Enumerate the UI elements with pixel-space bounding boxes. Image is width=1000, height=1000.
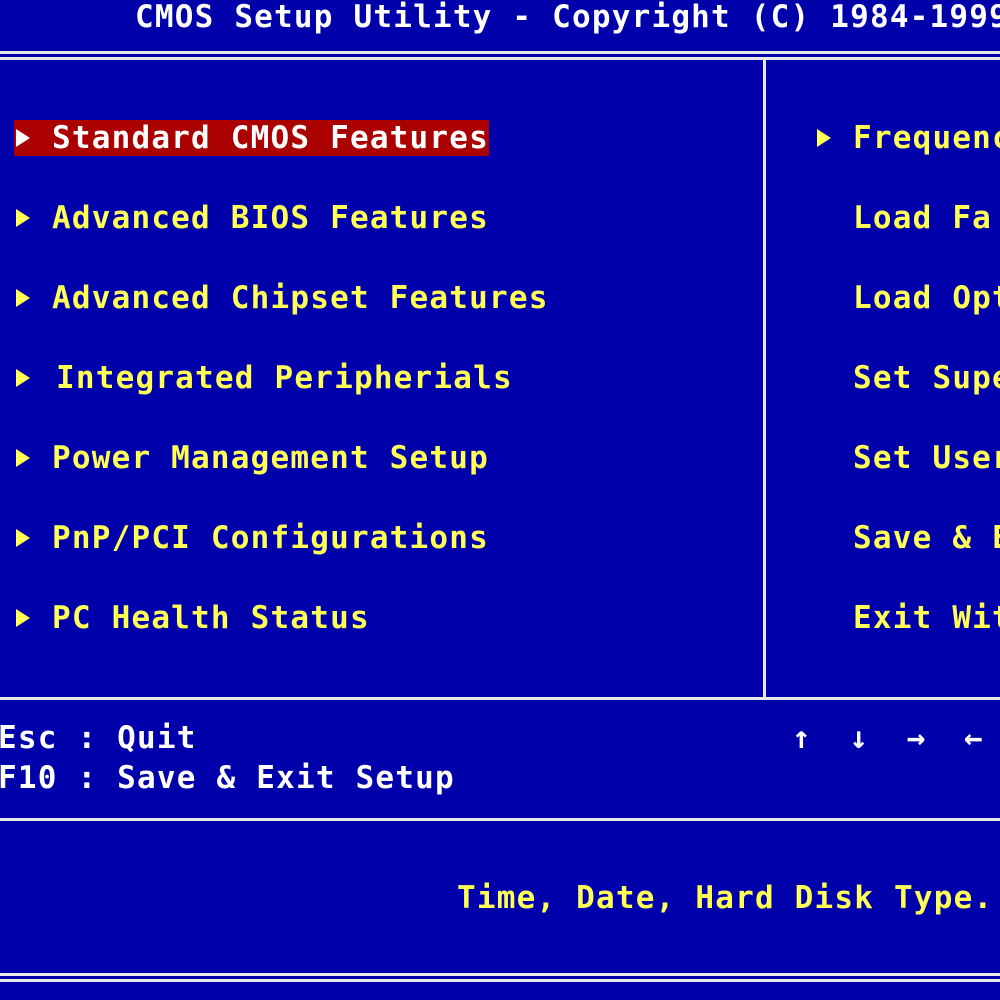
menu-bottom-divider — [0, 697, 1000, 700]
triangle-right-icon — [817, 129, 831, 147]
menu-item-label: PC Health Status — [52, 599, 370, 636]
menu-item-label: Advanced Chipset Features — [52, 279, 549, 316]
menu-item-pnp-pci-configurations[interactable]: PnP/PCI Configurations — [14, 520, 489, 556]
menu-item-set-user-password[interactable]: Set User — [853, 440, 1000, 476]
page-title: CMOS Setup Utility - Copyright (C) 1984-… — [135, 0, 1000, 35]
triangle-right-icon — [16, 289, 30, 307]
menu-item-label: Load Fa — [853, 199, 993, 236]
menu-item-label: Power Management Setup — [52, 439, 489, 476]
footer-divider — [0, 973, 1000, 976]
menu-item-power-management-setup[interactable]: Power Management Setup — [14, 440, 489, 476]
menu-item-label: Load Opt — [853, 279, 1000, 316]
top-divider-inner — [0, 57, 1000, 60]
triangle-right-icon — [16, 209, 30, 227]
column-divider — [763, 57, 766, 698]
menu-item-label: Save & E — [853, 519, 1000, 556]
menu-item-pc-health-status[interactable]: PC Health Status — [14, 600, 370, 636]
key-help-esc: Esc : Quit — [0, 720, 197, 756]
key-help-arrows: ↑ ↓ → ← — [792, 720, 993, 756]
triangle-right-icon — [16, 529, 30, 547]
menu-item-label: Set User — [853, 439, 1000, 476]
menu-item-advanced-bios-features[interactable]: Advanced BIOS Features — [14, 200, 489, 236]
key-help-f10: F10 : Save & Exit Setup — [0, 760, 455, 796]
menu-item-label: Frequenc — [853, 119, 1000, 156]
menu-item-load-fail-safe[interactable]: Load Fa — [853, 200, 992, 236]
triangle-right-icon — [16, 369, 30, 387]
footer-divider-inner — [0, 979, 1000, 982]
bios-screen: CMOS Setup Utility - Copyright (C) 1984-… — [0, 0, 1000, 1000]
top-divider — [0, 51, 1000, 54]
menu-item-set-supervisor-password[interactable]: Set Supe — [853, 360, 1000, 396]
menu-item-label: Exit Wit — [853, 599, 1000, 636]
triangle-right-icon — [16, 449, 30, 467]
menu-item-load-optimized[interactable]: Load Opt — [853, 280, 1000, 316]
menu-item-label: Integrated Peripherials — [56, 359, 513, 396]
keys-bottom-divider — [0, 818, 1000, 821]
status-help-text: Time, Date, Hard Disk Type... — [457, 880, 1000, 916]
menu-item-save-and-exit[interactable]: Save & E — [853, 520, 1000, 556]
menu-item-label: Standard CMOS Features — [52, 119, 489, 156]
menu-item-exit-without-saving[interactable]: Exit Wit — [853, 600, 1000, 636]
menu-item-label: Advanced BIOS Features — [52, 199, 489, 236]
triangle-right-icon — [16, 129, 30, 147]
menu-item-standard-cmos-features[interactable]: Standard CMOS Features — [14, 120, 489, 156]
menu-item-label: PnP/PCI Configurations — [52, 519, 489, 556]
menu-item-advanced-chipset-features[interactable]: Advanced Chipset Features — [14, 280, 549, 316]
triangle-right-icon — [16, 609, 30, 627]
menu-item-frequency[interactable]: Frequenc — [815, 120, 1000, 156]
menu-item-integrated-peripherials[interactable]: Integrated Peripherials — [14, 360, 513, 396]
menu-item-label: Set Supe — [853, 359, 1000, 396]
